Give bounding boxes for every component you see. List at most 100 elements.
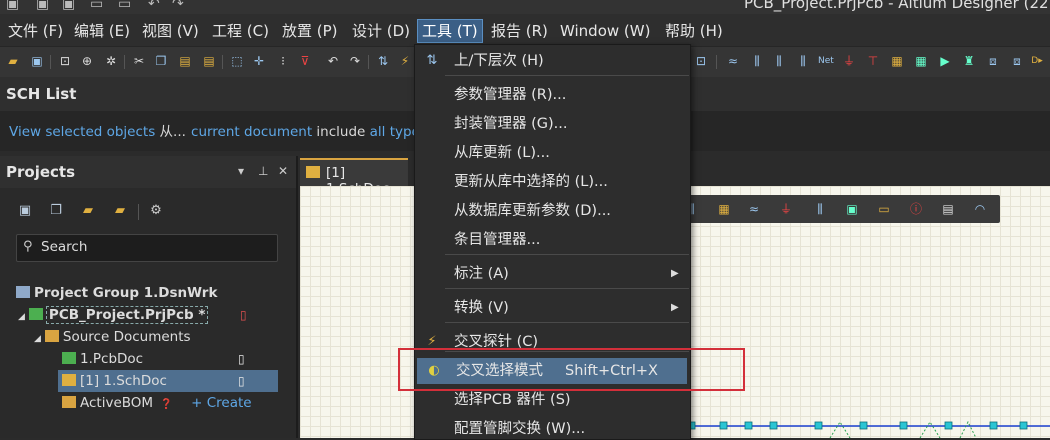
- place-part-icon[interactable]: ▦: [716, 201, 732, 217]
- save-project-icon[interactable]: ▣: [17, 203, 33, 219]
- save-all-icon[interactable]: ▣: [62, 0, 75, 12]
- clear-filter-icon[interactable]: ⊽: [298, 54, 312, 68]
- filter-document-link[interactable]: current document: [191, 124, 312, 140]
- cut-icon[interactable]: ✂: [132, 54, 146, 68]
- tools-menu-item[interactable]: 参数管理器 (R)...: [415, 82, 689, 108]
- menu-item-label: 参数管理器 (R)...: [454, 87, 567, 103]
- select-area-icon[interactable]: ⬚: [230, 54, 244, 68]
- tree-label: PCB_Project.PrjPcb *: [45, 306, 209, 324]
- menu-file[interactable]: 文件 (F): [4, 20, 67, 42]
- tree-source-documents[interactable]: ◢ Source Documents: [34, 326, 191, 348]
- arc-icon[interactable]: ◠: [972, 201, 988, 217]
- menu-project[interactable]: 工程 (C): [208, 20, 273, 42]
- tree-label: [1] 1.SchDoc: [80, 373, 167, 389]
- tools-menu-item[interactable]: 条目管理器...: [415, 227, 689, 253]
- save-icon[interactable]: ▣: [30, 54, 44, 68]
- tree-schdoc[interactable]: [1] 1.SchDoc ▯: [58, 370, 278, 392]
- tools-menu-item[interactable]: ⇅ 上/下层次 (H): [415, 48, 689, 74]
- sheet-entry-icon[interactable]: ▶: [938, 54, 952, 68]
- no-erc-icon[interactable]: ⓘ: [908, 201, 924, 217]
- tree-activebom[interactable]: ActiveBOM ❓ + Create: [62, 392, 252, 414]
- tree-project-group[interactable]: Project Group 1.DsnWrk: [16, 282, 217, 304]
- compile-project-icon[interactable]: ❐: [48, 203, 64, 219]
- sheet-symbol-icon[interactable]: ▦: [914, 54, 928, 68]
- help-icon[interactable]: ❓: [160, 399, 172, 410]
- tools-menu-item[interactable]: 更新从库中选择的 (L)...: [415, 169, 689, 195]
- print-preview-icon[interactable]: ⊡: [58, 54, 72, 68]
- search-input[interactable]: [41, 238, 271, 256]
- tools-menu-item[interactable]: 从数据库更新参数 (D)...: [415, 198, 689, 224]
- part-icon[interactable]: ▦: [890, 54, 904, 68]
- filter-scope-link[interactable]: View selected objects: [9, 124, 155, 140]
- search-box[interactable]: ⚲: [16, 234, 278, 262]
- port-icon[interactable]: D▸: [1030, 54, 1044, 68]
- undo-icon[interactable]: ↶: [148, 0, 160, 12]
- copy-icon[interactable]: ❐: [154, 54, 168, 68]
- device-sheet-icon[interactable]: ♜: [962, 54, 976, 68]
- menu-tools[interactable]: 工具 (T): [417, 19, 483, 43]
- paste-icon[interactable]: ▤: [178, 54, 192, 68]
- menu-view[interactable]: 视图 (V): [138, 20, 203, 42]
- settings-tool-icon[interactable]: ✲: [104, 54, 118, 68]
- tools-menu-item[interactable]: 从库更新 (L)...: [415, 140, 689, 166]
- port-icon[interactable]: ▭: [876, 201, 892, 217]
- vcc-port-icon[interactable]: ⊤: [866, 54, 880, 68]
- menu-edit[interactable]: 编辑 (E): [70, 20, 134, 42]
- expand-arrow-icon[interactable]: ◢: [34, 334, 41, 344]
- hierarchy-icon[interactable]: ⇅: [376, 54, 390, 68]
- redo-icon[interactable]: ↷: [172, 0, 184, 12]
- wire-icon[interactable]: ≈: [726, 54, 740, 68]
- tools-menu-item[interactable]: 配置管脚交换 (W)...: [415, 416, 689, 439]
- tab-schdoc[interactable]: [1] 1.SchDoc: [300, 158, 408, 197]
- add-project-icon[interactable]: ▰: [112, 203, 128, 219]
- filter-text-from: 从...: [155, 124, 186, 140]
- menu-design[interactable]: 设计 (D): [348, 20, 414, 42]
- tools-menu-item[interactable]: 封装管理器 (G)...: [415, 111, 689, 137]
- rubber-stamp-icon[interactable]: ▤: [202, 54, 216, 68]
- close-icon[interactable]: ✕: [278, 164, 288, 178]
- open-project-icon[interactable]: ▭: [118, 0, 131, 12]
- gear-icon[interactable]: ⚙: [148, 203, 164, 219]
- expand-arrow-icon[interactable]: ◢: [18, 312, 25, 322]
- menu-item-label: 从数据库更新参数 (D)...: [454, 203, 611, 219]
- bus-icon[interactable]: ⫼: [750, 54, 764, 68]
- create-link[interactable]: + Create: [191, 395, 251, 411]
- app-icon: ▣: [6, 0, 20, 12]
- submenu-arrow-icon: ▶: [671, 302, 679, 313]
- harness-entry-icon[interactable]: ⧈: [1010, 54, 1024, 68]
- tree-pcbdoc[interactable]: 1.PcbDoc ▯: [62, 348, 278, 370]
- undo-icon[interactable]: ↶: [326, 54, 340, 68]
- redo-icon[interactable]: ↷: [348, 54, 362, 68]
- menu-help[interactable]: 帮助 (H): [661, 20, 727, 42]
- window-title: PCB_Project.PrjPcb - Altium Designer (22…: [744, 0, 1050, 12]
- zoom-icon[interactable]: ⊕: [80, 54, 94, 68]
- move-icon[interactable]: ✛: [252, 54, 266, 68]
- save-icon[interactable]: ▣: [36, 0, 49, 12]
- menu-separator: [445, 288, 689, 289]
- harness-icon[interactable]: ⫼: [812, 201, 828, 217]
- tools-menu-item[interactable]: 标注 (A) ▶: [415, 261, 689, 287]
- open-folder-icon[interactable]: ▭: [90, 0, 103, 12]
- panel-menu-icon[interactable]: ▾: [238, 164, 244, 178]
- select-connection-icon[interactable]: ⁝: [276, 54, 290, 68]
- tools-menu-item[interactable]: 转换 (V) ▶: [415, 295, 689, 321]
- harness-connector-icon[interactable]: ⧈: [986, 54, 1000, 68]
- pin-icon[interactable]: ⊥: [258, 164, 268, 178]
- open-icon[interactable]: ▰: [6, 54, 20, 68]
- tree-project[interactable]: ◢ PCB_Project.PrjPcb * ▯: [18, 304, 278, 326]
- gnd-port-icon[interactable]: ⏚: [778, 201, 794, 217]
- gnd-port-icon[interactable]: ⏚: [842, 54, 856, 68]
- net-label-icon[interactable]: Net: [818, 54, 834, 68]
- menu-separator: [445, 322, 689, 323]
- project-options-icon[interactable]: ▰: [80, 203, 96, 219]
- menu-reports[interactable]: 报告 (R): [487, 20, 552, 42]
- signal-harness-icon[interactable]: ⫼: [772, 54, 786, 68]
- compile-icon[interactable]: ⊡: [694, 54, 708, 68]
- cross-probe-icon[interactable]: ⚡: [398, 54, 412, 68]
- wire-icon[interactable]: ≈: [746, 201, 762, 217]
- menu-window[interactable]: Window (W): [556, 20, 654, 42]
- text-frame-icon[interactable]: ▤: [940, 201, 956, 217]
- bus-entry-icon[interactable]: ⫼: [796, 54, 810, 68]
- menu-place[interactable]: 放置 (P): [278, 20, 342, 42]
- sheet-symbol-icon[interactable]: ▣: [844, 201, 860, 217]
